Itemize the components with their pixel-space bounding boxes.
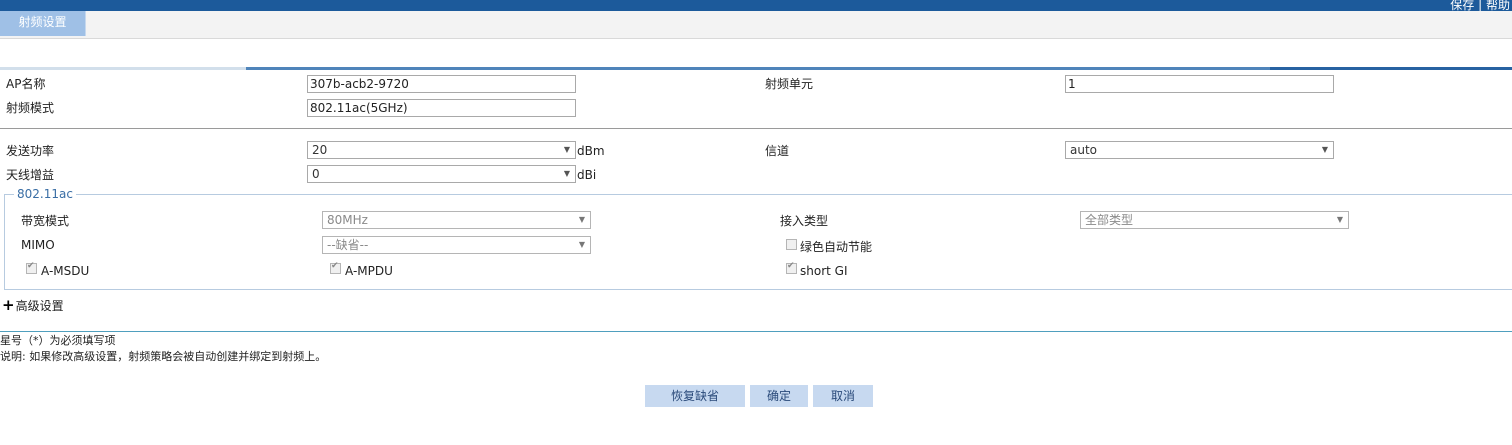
mimo-value: --缺省-- [327,238,369,252]
short-gi-checkbox[interactable] [786,261,797,274]
channel-value: auto [1070,143,1098,157]
short-gi-label: short GI [800,264,848,278]
chevron-down-icon: ▼ [578,240,585,249]
bandwidth-mode-label: 带宽模式 [21,214,70,228]
mimo-select[interactable]: --缺省-- ▼ [322,236,591,254]
access-type-select[interactable]: 全部类型 ▼ [1080,211,1349,229]
channel-label: 信道 [765,144,790,158]
tx-power-select[interactable]: 20 ▼ [307,141,576,159]
ac-fieldset [4,194,1512,290]
a-msdu-checkbox[interactable] [26,261,37,274]
radio-unit-input[interactable] [1065,75,1334,93]
radio-mode-input[interactable] [307,99,576,117]
antenna-gain-select[interactable]: 0 ▼ [307,165,576,183]
radio-unit-label: 射频单元 [765,77,814,91]
antenna-gain-unit: dBi [577,168,597,182]
required-note: 星号（*）为必须填写项 [0,334,116,347]
tx-power-label: 发送功率 [6,144,55,158]
antenna-gain-label: 天线增益 [6,168,55,182]
divider-line [0,128,1512,129]
ap-name-input[interactable] [307,75,576,93]
green-energy-label: 绿色自动节能 [800,240,873,254]
section-divider-right [1270,67,1512,70]
antenna-gain-value: 0 [312,167,320,181]
chevron-down-icon: ▼ [1336,215,1343,224]
chevron-down-icon: ▼ [1321,145,1328,154]
bandwidth-mode-value: 80MHz [327,213,368,227]
plus-icon: + [2,296,15,314]
a-mpdu-checkbox[interactable] [330,261,341,274]
green-energy-checkbox[interactable] [786,239,797,250]
tx-power-unit: dBm [577,144,605,158]
a-msdu-label: A-MSDU [41,264,90,278]
ap-name-label: AP名称 [6,77,46,91]
restore-defaults-button[interactable]: 恢复缺省 [645,385,745,407]
a-mpdu-label: A-MPDU [345,264,393,278]
tab-strip: 射频设置 [0,11,1512,39]
chevron-down-icon: ▼ [563,145,570,154]
tx-power-value: 20 [312,143,328,157]
access-type-value: 全部类型 [1085,213,1134,227]
bandwidth-mode-select[interactable]: 80MHz ▼ [322,211,591,229]
chevron-down-icon: ▼ [563,169,570,178]
section-divider-left [0,67,246,70]
chevron-down-icon: ▼ [578,215,585,224]
top-header-bar: 保存 | 帮助 [0,0,1512,12]
explain-note: 说明: 如果修改高级设置，射频策略会被自动创建并绑定到射频上。 [0,350,327,363]
confirm-button[interactable]: 确定 [750,385,808,407]
section-divider-mid [246,67,1270,70]
access-type-label: 接入类型 [780,214,829,228]
advanced-settings-label: 高级设置 [15,299,64,313]
ac-fieldset-legend: 802.11ac [14,187,76,201]
tab-radio-settings[interactable]: 射频设置 [0,11,86,36]
notes-divider [0,331,1512,332]
mimo-label: MIMO [21,238,55,252]
channel-select[interactable]: auto ▼ [1065,141,1334,159]
cancel-button[interactable]: 取消 [813,385,873,407]
advanced-settings-toggle[interactable]: +高级设置 [2,296,64,314]
radio-mode-label: 射频模式 [6,101,55,115]
